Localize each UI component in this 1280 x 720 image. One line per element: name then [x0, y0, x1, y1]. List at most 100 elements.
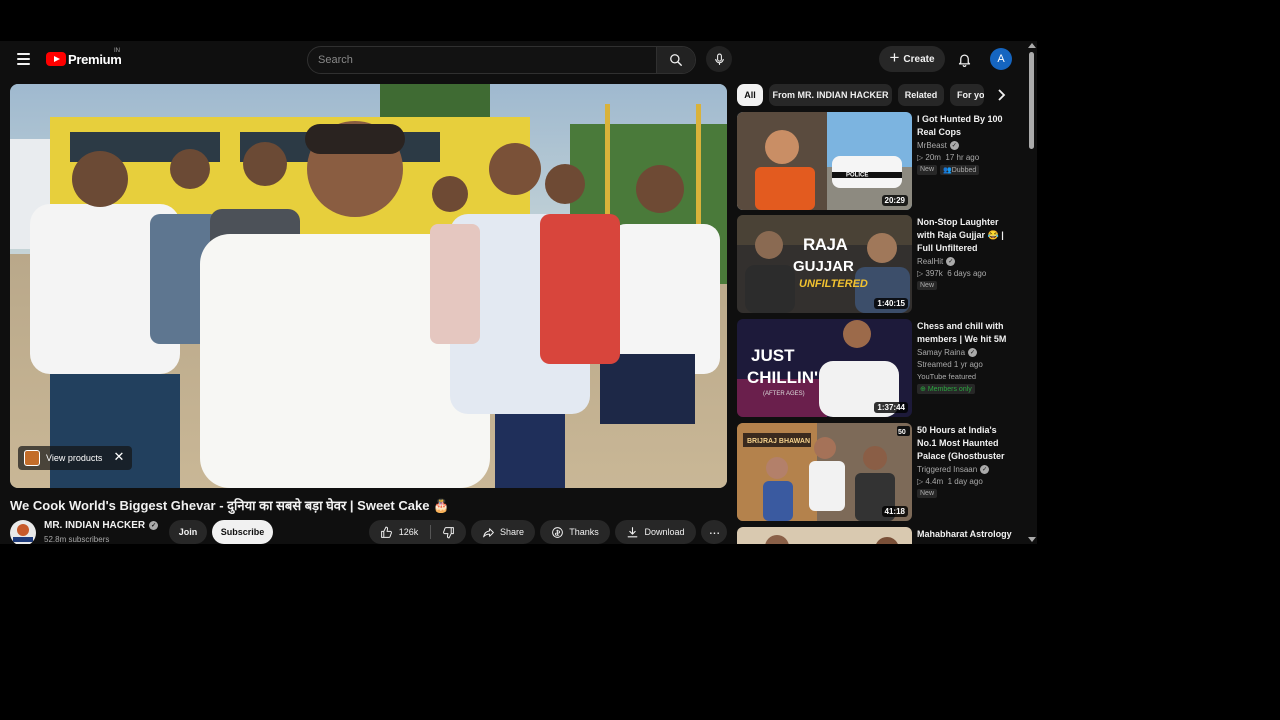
- thanks-label: Thanks: [569, 527, 599, 537]
- search-button[interactable]: [656, 47, 695, 73]
- video-player[interactable]: View products ✕: [10, 84, 727, 488]
- channel-avatar[interactable]: [10, 520, 36, 544]
- recommendation-title[interactable]: 50 Hours at India's No.1 Most Haunted Pa…: [917, 424, 1017, 463]
- subscribe-button[interactable]: Subscribe: [212, 520, 273, 544]
- recommendation-title[interactable]: I Got Hunted By 100 Real Cops: [917, 113, 1017, 139]
- recommendation-item[interactable]: BRIJRAJ BHAWAN 50 41:18 50 Hours at Indi…: [737, 423, 1017, 521]
- recommendation-info: Non-Stop Laughter with Raja Gujjar 😂 | F…: [917, 216, 1017, 290]
- recommendation-info: I Got Hunted By 100 Real Cops MrBeast ✓ ▷…: [917, 113, 1017, 175]
- page-scrollbar[interactable]: [1027, 41, 1037, 544]
- scrollbar-thumb[interactable]: [1029, 52, 1034, 149]
- video-thumbnail[interactable]: JUST CHILLIN' (AFTER AGES) 1:37:44: [737, 319, 912, 417]
- chip-related[interactable]: Related: [898, 84, 944, 106]
- close-icon[interactable]: ✕: [112, 450, 126, 464]
- view-count: 4.4m: [925, 477, 944, 486]
- members-icon: ⊕: [920, 386, 928, 393]
- scroll-up-arrow-icon[interactable]: [1028, 43, 1036, 48]
- scroll-down-arrow-icon[interactable]: [1028, 537, 1036, 542]
- recommendation-title[interactable]: Chess and chill with members | We hit 5M: [917, 320, 1017, 346]
- video-thumbnail[interactable]: [737, 527, 912, 544]
- video-thumbnail[interactable]: RAJA GUJJAR UNFILTERED 1:40:15: [737, 215, 912, 313]
- verified-icon: ✓: [968, 348, 978, 357]
- thumb-subtext: UNFILTERED: [799, 278, 868, 290]
- more-icon: ···: [708, 524, 721, 540]
- more-actions-button[interactable]: ···: [701, 520, 727, 544]
- view-products-label: View products: [46, 453, 103, 463]
- thumb-text-2: CHILLIN': [747, 368, 818, 387]
- badges: ⊕ Members only: [917, 384, 1017, 394]
- search-icon: [670, 54, 682, 66]
- channel-name[interactable]: MR. INDIAN HACKER ✓: [44, 520, 159, 531]
- thumb-text: RAJA: [803, 235, 848, 254]
- new-badge: New: [917, 281, 938, 290]
- dislike-button[interactable]: [431, 520, 466, 544]
- view-count: 397k: [925, 269, 943, 278]
- video-thumbnail[interactable]: POLICE 20:29: [737, 112, 912, 210]
- subscriber-count: 52.8m subscribers: [44, 535, 110, 544]
- channel-text: MrBeast: [917, 141, 947, 150]
- chip-from-channel[interactable]: From MR. INDIAN HACKER: [769, 84, 892, 106]
- share-label: Share: [499, 527, 525, 537]
- recommendation-item[interactable]: Mahabharat Astrology: [737, 527, 1017, 544]
- video-frame: [10, 84, 727, 488]
- duration-badge: 41:18: [881, 506, 908, 517]
- recommendation-meta: ▷ 397k 6 days ago: [917, 269, 987, 278]
- create-button[interactable]: + Create: [879, 46, 945, 72]
- plus-icon: +: [889, 48, 900, 67]
- dubbed-icon: 👥: [943, 167, 952, 174]
- video-thumbnail[interactable]: BRIJRAJ BHAWAN 50 41:18: [737, 423, 912, 521]
- thanks-button[interactable]: Thanks: [540, 520, 610, 544]
- logo-country-code: IN: [114, 48, 120, 54]
- thumb-subtext: (AFTER AGES): [763, 391, 805, 397]
- notifications-button[interactable]: [953, 48, 975, 70]
- like-button[interactable]: 126k: [369, 520, 429, 544]
- thumb-text: POLICE: [846, 173, 868, 179]
- channel-text: Triggered Insaan: [917, 465, 978, 474]
- badges: New 👥Dubbed: [917, 165, 1017, 175]
- thumb-text-2: GUJJAR: [793, 258, 854, 275]
- download-button[interactable]: Download: [615, 520, 696, 544]
- new-badge: New: [917, 489, 938, 498]
- like-count: 126k: [398, 527, 419, 537]
- recommendation-item[interactable]: JUST CHILLIN' (AFTER AGES) 1:37:44 Chess…: [737, 319, 1017, 417]
- featured-label: YouTube featured: [917, 372, 977, 381]
- thumb-text: JUST: [751, 346, 795, 365]
- channel-logo: [13, 524, 33, 542]
- share-button[interactable]: Share: [471, 520, 535, 544]
- recommendation-channel[interactable]: Samay Raina ✓: [917, 348, 1017, 357]
- recommendation-item[interactable]: RAJA GUJJAR UNFILTERED 1:40:15 Non-Stop …: [737, 215, 1017, 313]
- recommendation-item[interactable]: POLICE 20:29 I Got Hunted By 100 Real Co…: [737, 112, 1017, 210]
- chip-all[interactable]: All: [737, 84, 763, 106]
- account-avatar[interactable]: A: [990, 48, 1012, 70]
- menu-icon[interactable]: [12, 48, 34, 70]
- search-box: [307, 46, 696, 74]
- recommendation-channel[interactable]: RealHit ✓: [917, 257, 1017, 266]
- view-count: 20m: [925, 153, 941, 162]
- chevron-right-icon[interactable]: [990, 84, 1012, 106]
- recommendation-channel[interactable]: MrBeast ✓: [917, 141, 1017, 150]
- channel-text: Samay Raina: [917, 348, 966, 357]
- recommendation-title[interactable]: Mahabharat Astrology: [917, 528, 1017, 541]
- upload-age: 1 day ago: [947, 477, 983, 486]
- create-label: Create: [903, 53, 935, 65]
- dubbed-text: Dubbed: [951, 167, 977, 174]
- recommendation-meta: ▷ 4.4m 1 day ago: [917, 477, 983, 486]
- recommendation-channel[interactable]: Triggered Insaan ✓: [917, 465, 1017, 474]
- download-label: Download: [644, 527, 685, 537]
- recommendation-title[interactable]: Non-Stop Laughter with Raja Gujjar 😂 | F…: [917, 216, 1017, 255]
- channel-text: RealHit: [917, 257, 944, 266]
- youtube-premium-logo[interactable]: Premium: [46, 51, 122, 67]
- search-input[interactable]: [308, 47, 664, 73]
- view-products-button[interactable]: View products ✕: [18, 446, 132, 470]
- thumbs-down-icon: [443, 526, 454, 538]
- join-button[interactable]: Join: [169, 520, 207, 544]
- thumb-corner-text: 50: [898, 429, 906, 436]
- chip-for-you[interactable]: For you: [950, 84, 984, 106]
- recommendation-info: 50 Hours at India's No.1 Most Haunted Pa…: [917, 424, 1017, 498]
- recommendation-meta: ▷ 20m 17 hr ago: [917, 153, 980, 162]
- duration-badge: 1:40:15: [874, 298, 908, 309]
- voice-search-button[interactable]: [706, 46, 732, 72]
- product-thumbnail: [24, 450, 40, 466]
- thumb-text: BRIJRAJ BHAWAN: [747, 438, 810, 445]
- verified-icon: ✓: [149, 521, 159, 530]
